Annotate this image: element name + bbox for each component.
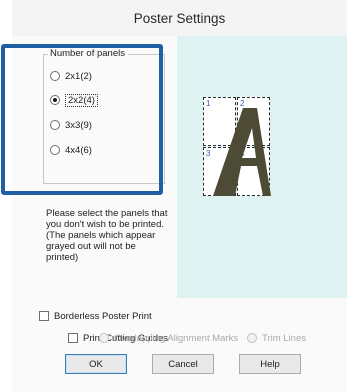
overlapping-marks-indicator[interactable] <box>99 333 109 343</box>
trim-lines-option[interactable]: Trim Lines <box>247 331 306 345</box>
trim-lines-label: Trim Lines <box>262 332 306 344</box>
poster-letter-a-glyph <box>213 108 271 196</box>
poster-preview: 1 2 3 4 <box>177 36 347 298</box>
trim-lines-indicator[interactable] <box>247 333 257 343</box>
ok-button[interactable]: OK <box>65 354 127 374</box>
borderless-label: Borderless Poster Print <box>54 310 152 322</box>
panel-selection-hint: Please select the panels that you don't … <box>46 208 168 263</box>
dialog-title: Poster Settings <box>133 11 226 26</box>
borderless-checkbox-box[interactable] <box>39 311 49 321</box>
help-button[interactable]: Help <box>239 354 301 374</box>
panels-highlight-frame <box>1 44 163 195</box>
overlapping-alignment-marks-option[interactable]: Overlapping Alignment Marks <box>99 331 238 345</box>
cancel-button[interactable]: Cancel <box>152 354 214 374</box>
borderless-poster-print-checkbox[interactable]: Borderless Poster Print <box>39 309 152 323</box>
cutting-guides-checkbox-box[interactable] <box>68 333 78 343</box>
overlapping-marks-label: Overlapping Alignment Marks <box>114 332 239 344</box>
title-bar: Poster Settings <box>12 0 347 36</box>
